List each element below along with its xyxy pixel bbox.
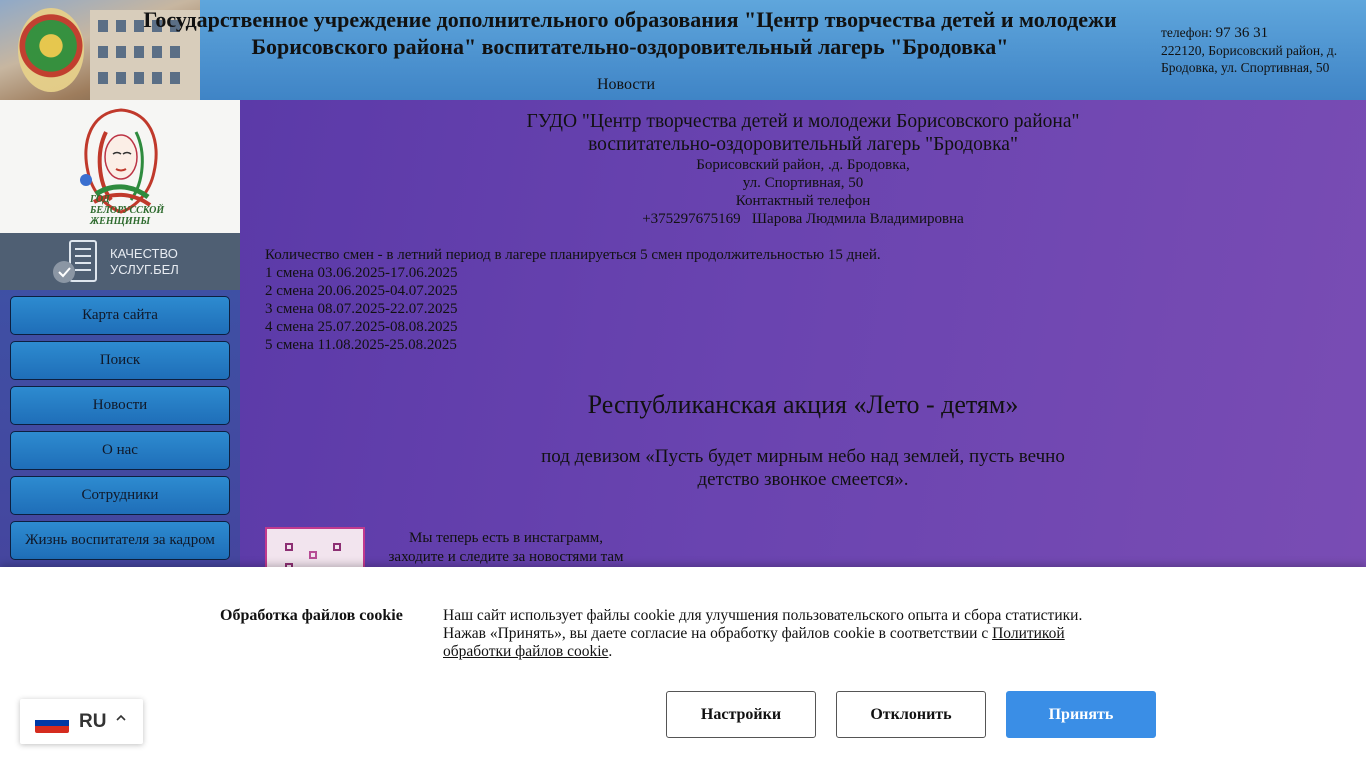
state-emblem-icon [18,8,84,92]
quality-label: КАЧЕСТВО УСЛУГ.БЕЛ [110,246,230,278]
header-news-link[interactable]: Новости [560,76,692,94]
sidebar-nav: Карта сайта Поиск Новости О нас Сотрудни… [10,296,230,566]
shifts-intro: Количество смен - в летний период в лаге… [265,247,881,263]
org-name-line2: воспитательно-оздоровительный лагерь "Бр… [588,134,1018,155]
cookie-accept-button[interactable]: Принять [1006,691,1156,738]
language-code: RU [79,711,107,732]
org-name-line1: ГУДО "Центр творчества детей и молодежи … [526,111,1080,132]
building-check-icon [53,240,97,283]
cookie-banner: Обработка файлов cookie Наш сайт использ… [0,567,1366,768]
shift-item: 2 смена 20.06.2025-04.07.2025 [265,283,458,299]
nav-item-news[interactable]: Новости [10,386,230,425]
quality-services-banner[interactable]: КАЧЕСТВО УСЛУГ.БЕЛ [0,233,240,290]
flag-stripe-blue [35,719,69,727]
header-address: 222120, Борисовский район, д. Бродовка, … [1161,43,1338,75]
instagram-note-line2: заходите и следите за новостями там [388,549,624,565]
instagram-note: Мы теперь есть в инстаграмм, заходите и … [380,529,632,567]
flag-stripe-red [35,726,69,733]
cookie-reject-button[interactable]: Отклонить [836,691,986,738]
cookie-text: Наш сайт использует файлы cookie для улу… [443,607,1113,661]
cookie-settings-button[interactable]: Настройки [666,691,816,738]
org-info: ГУДО "Центр творчества детей и молодежи … [480,110,1126,228]
womens-year-banner[interactable]: Год белорусской женщины [0,100,240,233]
language-switcher[interactable]: RU [20,699,143,744]
shift-item: 4 смена 25.07.2025-08.08.2025 [265,319,458,335]
header-contact: телефон: 97 36 31 222120, Борисовский ра… [1161,24,1361,76]
russia-flag-icon [35,713,69,733]
nav-item-sitemap[interactable]: Карта сайта [10,296,230,335]
flag-stripe-white [35,713,69,720]
address-line2: ул. Спортивная, 50 [742,175,864,191]
phone-value: 97 36 31 [1215,25,1269,41]
site-title: Государственное учреждение дополнительно… [143,7,1117,59]
address-line1: Борисовский район, .д. Бродовка, [696,157,910,173]
nav-item-about[interactable]: О нас [10,431,230,470]
action-title: Республиканская акция «Лето - детям» [587,390,1019,419]
phone-label: телефон: [1161,25,1213,40]
site-header: Государственное учреждение дополнительно… [0,0,1366,100]
action-motto: под девизом «Пусть будет мирным небо над… [541,446,1065,490]
contact-label: Контактный телефон [735,193,871,209]
nav-item-educator-life[interactable]: Жизнь воспитателя за кадром [10,521,230,560]
chevron-up-icon [116,714,126,721]
womens-year-caption: Год белорусской женщины [90,194,165,227]
shift-item: 1 смена 03.06.2025-17.06.2025 [265,265,458,281]
contact-value: +375297675169 Шарова Людмила Владимировн… [642,211,964,227]
cookie-text-body: Наш сайт использует файлы cookie для улу… [443,607,1083,642]
quality-label-line1: КАЧЕСТВО [110,246,178,261]
shifts-info: Количество смен - в летний период в лаге… [265,246,1165,354]
cookie-title: Обработка файлов cookie [220,607,403,624]
quality-label-line2: УСЛУГ.БЕЛ [110,262,179,277]
shift-item: 5 смена 11.08.2025-25.08.2025 [265,337,457,353]
nav-item-search[interactable]: Поиск [10,341,230,380]
nav-item-staff[interactable]: Сотрудники [10,476,230,515]
shift-item: 3 смена 08.07.2025-22.07.2025 [265,301,458,317]
instagram-note-line1: Мы теперь есть в инстаграмм, [409,530,603,546]
cookie-text-end: . [608,643,613,660]
